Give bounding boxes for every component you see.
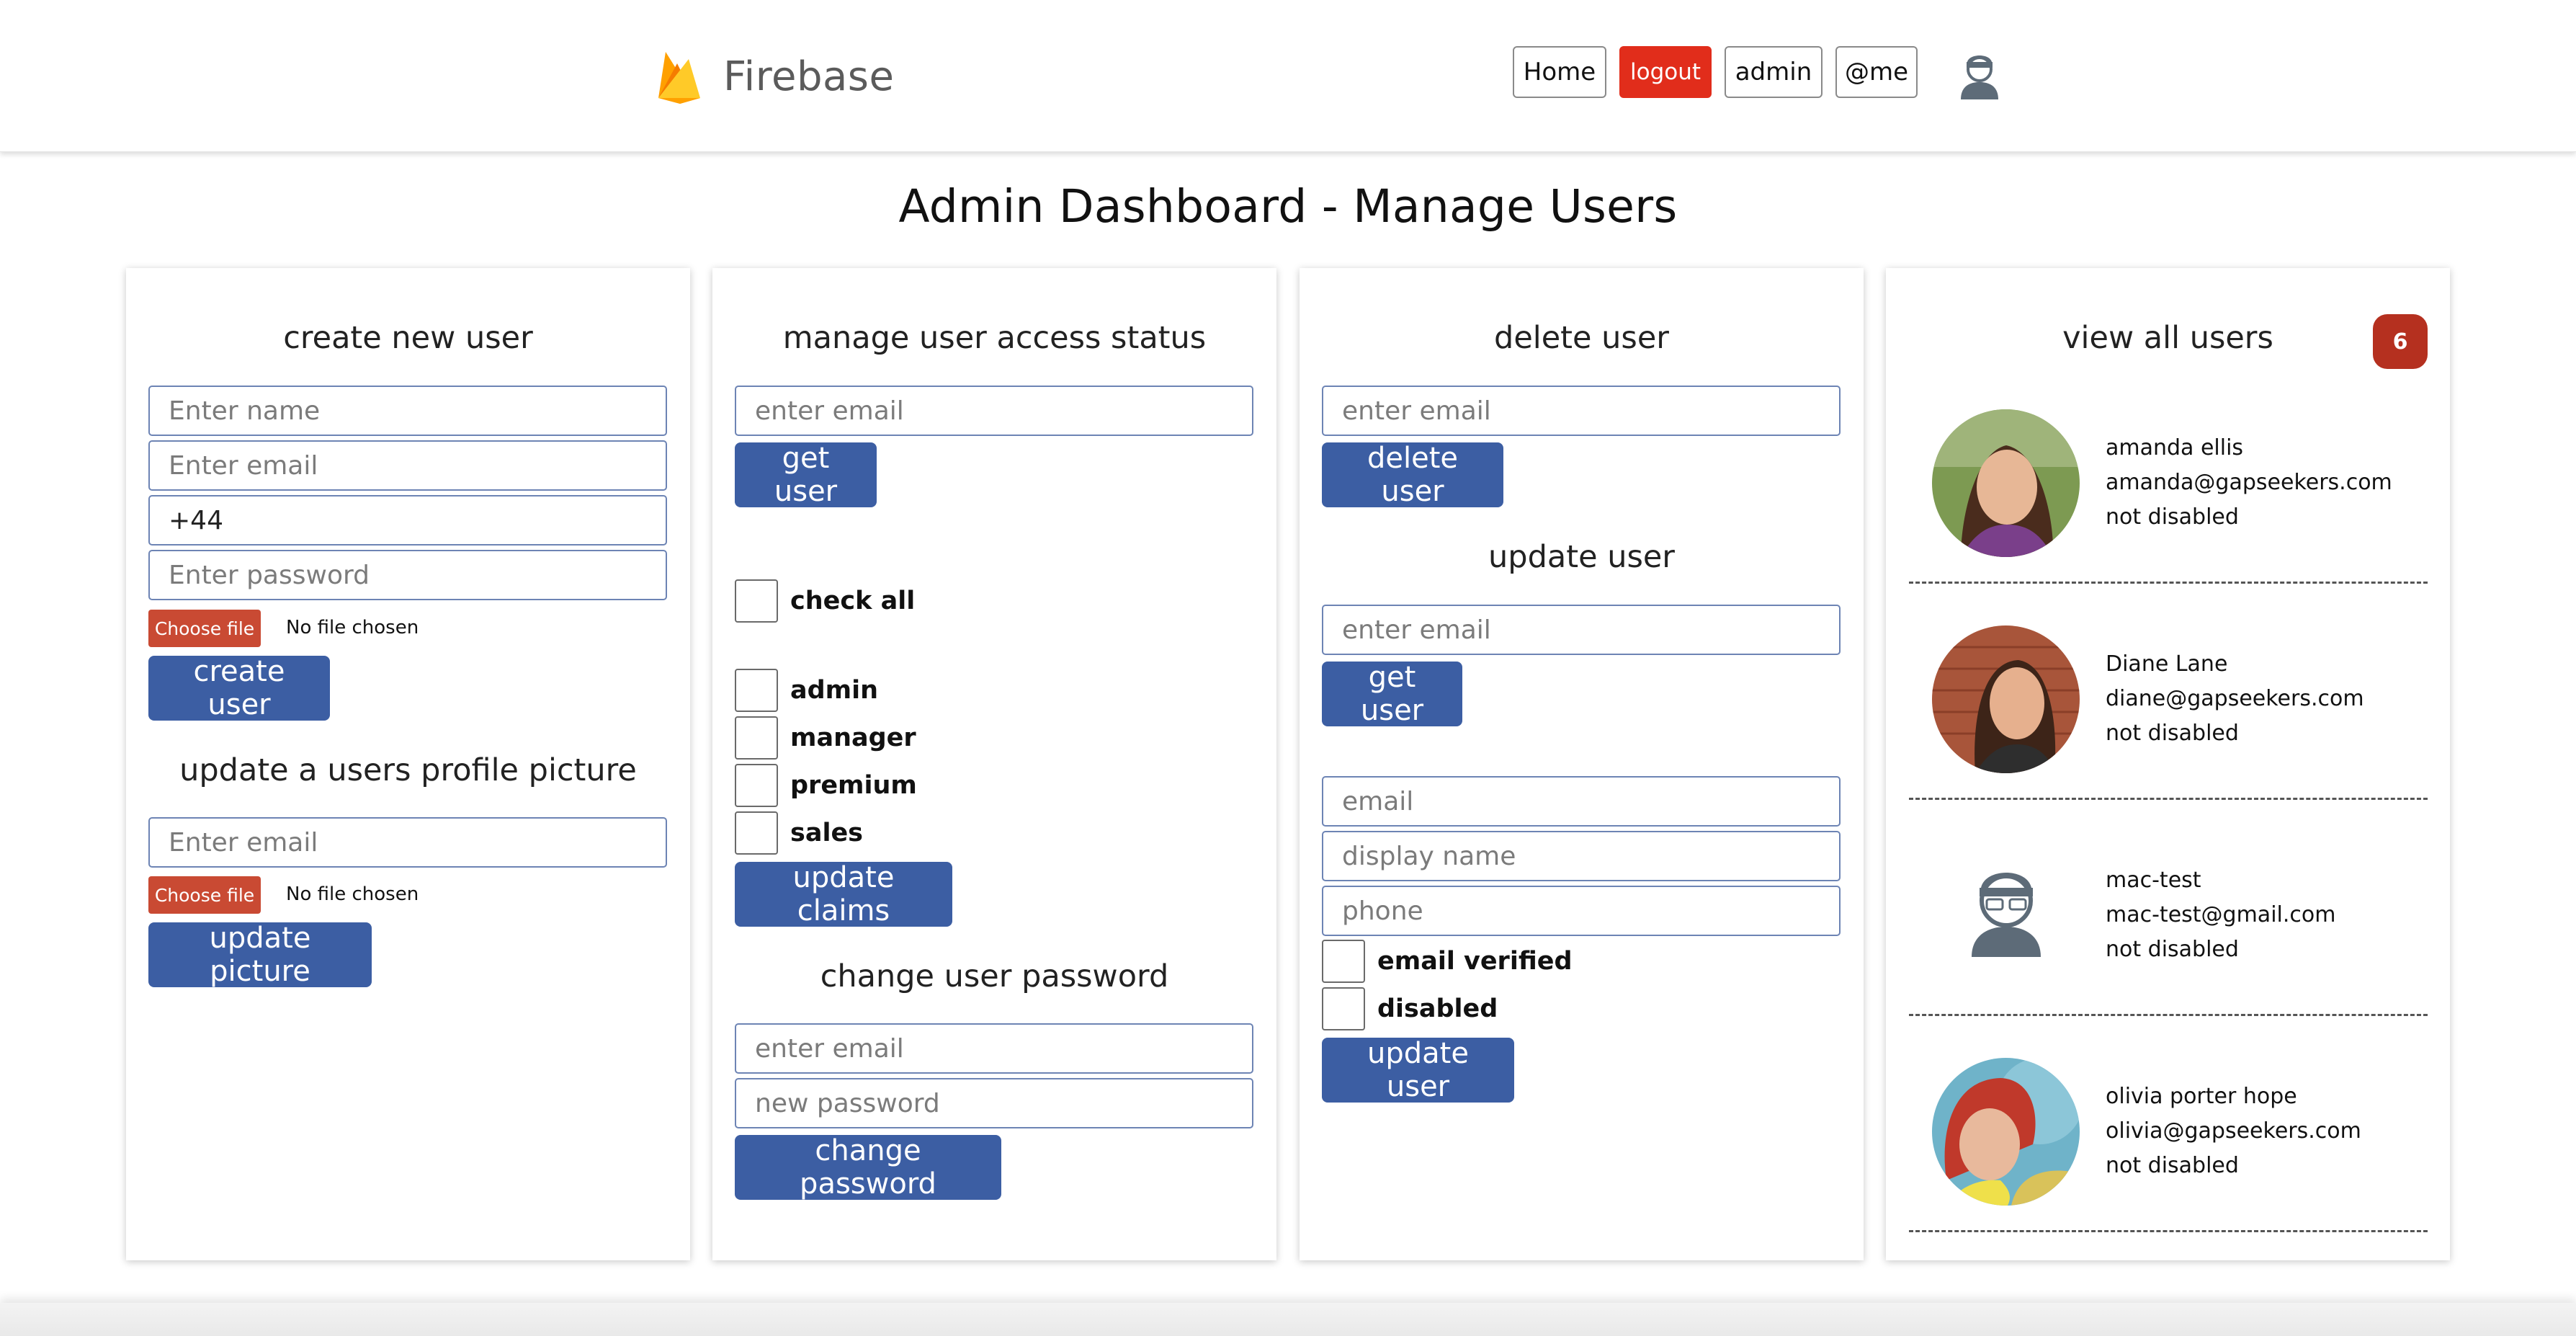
- email-verified-label: email verified: [1377, 947, 1573, 976]
- phone-input[interactable]: [148, 495, 667, 545]
- user-photo: [1932, 625, 2080, 773]
- footer-band: [0, 1303, 2576, 1336]
- user-email: amanda@gapseekers.com: [2106, 470, 2392, 495]
- disabled-label: disabled: [1377, 994, 1498, 1023]
- create-user-button[interactable]: create user: [148, 655, 330, 721]
- update-user-button[interactable]: update user: [1322, 1037, 1514, 1103]
- delete-update-card: delete user delete user update user get …: [1300, 268, 1864, 1260]
- new-password-input[interactable]: [735, 1078, 1253, 1128]
- admin-button[interactable]: admin: [1725, 46, 1823, 98]
- claim-admin-checkbox[interactable]: [735, 669, 778, 712]
- user-divider: [1909, 798, 2428, 800]
- claim-sales-checkbox[interactable]: [735, 811, 778, 855]
- user-list-item[interactable]: Diane Lane diane@gapseekers.com not disa…: [1886, 625, 2450, 842]
- update-picture-heading: update a users profile picture: [179, 752, 637, 788]
- password-email-input[interactable]: [735, 1023, 1253, 1074]
- access-status-heading: manage user access status: [782, 320, 1207, 356]
- update-get-user-button[interactable]: get user: [1322, 661, 1462, 727]
- user-photo: [1932, 409, 2080, 557]
- brand-name: Firebase: [723, 53, 895, 100]
- top-navbar: Firebase Home logout admin @me: [0, 0, 2576, 152]
- choose-file-button[interactable]: Choose file: [148, 610, 261, 647]
- claim-manager-checkbox[interactable]: [735, 716, 778, 760]
- default-avatar-icon: [1932, 842, 2080, 989]
- nav-buttons: Home logout admin @me: [1513, 46, 1918, 98]
- get-user-button[interactable]: get user: [735, 442, 877, 508]
- delete-user-heading: delete user: [1494, 320, 1669, 356]
- picture-file-status: No file chosen: [286, 883, 419, 905]
- update-user-heading: update user: [1488, 539, 1675, 575]
- field-phone-input[interactable]: [1322, 886, 1841, 936]
- claim-manager-label: manager: [790, 723, 916, 752]
- user-info: mac-test mac-test@gmail.com not disabled: [2106, 863, 2335, 967]
- user-name: olivia porter hope: [2106, 1084, 2297, 1109]
- user-list-item[interactable]: amanda ellis amanda@gapseekers.com not d…: [1886, 409, 2450, 625]
- user-status: not disabled: [2106, 504, 2239, 530]
- user-list-item[interactable]: olivia porter hope olivia@gapseekers.com…: [1886, 1058, 2450, 1274]
- claim-premium-label: premium: [790, 771, 917, 800]
- email-verified-checkbox[interactable]: [1322, 940, 1365, 983]
- users-list-card: view all users 6 amanda ellis amanda@gap…: [1886, 268, 2450, 1260]
- change-password-button[interactable]: change password: [735, 1134, 1001, 1201]
- user-name: amanda ellis: [2106, 435, 2244, 460]
- update-picture-button[interactable]: update picture: [148, 922, 372, 988]
- view-users-heading: view all users: [2062, 320, 2273, 356]
- access-status-card: manage user access status get user check…: [712, 268, 1276, 1260]
- user-avatar-icon[interactable]: [1956, 50, 2003, 99]
- logout-button[interactable]: logout: [1619, 46, 1712, 98]
- user-count-badge: 6: [2373, 314, 2428, 369]
- password-input[interactable]: [148, 550, 667, 600]
- me-button[interactable]: @me: [1835, 46, 1918, 98]
- email-input[interactable]: [148, 440, 667, 491]
- claim-premium-checkbox[interactable]: [735, 764, 778, 807]
- user-info: amanda ellis amanda@gapseekers.com not d…: [2106, 431, 2392, 535]
- name-input[interactable]: [148, 386, 667, 436]
- claim-sales-label: sales: [790, 819, 864, 847]
- user-status: not disabled: [2106, 1153, 2239, 1178]
- brand[interactable]: Firebase: [656, 40, 894, 112]
- create-user-heading: create new user: [283, 320, 533, 356]
- change-password-heading: change user password: [820, 958, 1169, 994]
- firebase-logo-icon: [658, 52, 700, 104]
- user-email: mac-test@gmail.com: [2106, 902, 2336, 927]
- update-email-input[interactable]: [1322, 605, 1841, 655]
- user-email: diane@gapseekers.com: [2106, 686, 2364, 711]
- user-divider: [1909, 582, 2428, 584]
- home-button[interactable]: Home: [1513, 46, 1606, 98]
- create-user-card: create new user Choose file No file chos…: [126, 268, 690, 1260]
- check-all-label: check all: [790, 587, 916, 615]
- delete-email-input[interactable]: [1322, 386, 1841, 436]
- user-status: not disabled: [2106, 937, 2239, 962]
- access-email-input[interactable]: [735, 386, 1253, 436]
- user-info: Diane Lane diane@gapseekers.com not disa…: [2106, 647, 2364, 751]
- field-display-name-input[interactable]: [1322, 831, 1841, 881]
- user-info: olivia porter hope olivia@gapseekers.com…: [2106, 1079, 2361, 1183]
- delete-user-button[interactable]: delete user: [1322, 442, 1503, 508]
- claim-admin-label: admin: [790, 676, 879, 705]
- user-name: Diane Lane: [2106, 651, 2228, 677]
- field-email-input[interactable]: [1322, 776, 1841, 827]
- user-email: olivia@gapseekers.com: [2106, 1118, 2361, 1144]
- user-list-item[interactable]: mac-test mac-test@gmail.com not disabled: [1886, 842, 2450, 1058]
- picture-choose-file-button[interactable]: Choose file: [148, 876, 261, 914]
- file-status: No file chosen: [286, 617, 419, 638]
- user-name: mac-test: [2106, 868, 2201, 893]
- disabled-checkbox[interactable]: [1322, 987, 1365, 1030]
- update-claims-button[interactable]: update claims: [735, 861, 952, 927]
- user-photo: [1932, 1058, 2080, 1206]
- user-status: not disabled: [2106, 721, 2239, 746]
- picture-email-input[interactable]: [148, 817, 667, 868]
- page-title: Admin Dashboard - Manage Users: [898, 180, 1678, 233]
- user-divider: [1909, 1230, 2428, 1232]
- user-divider: [1909, 1014, 2428, 1016]
- check-all-checkbox[interactable]: [735, 579, 778, 623]
